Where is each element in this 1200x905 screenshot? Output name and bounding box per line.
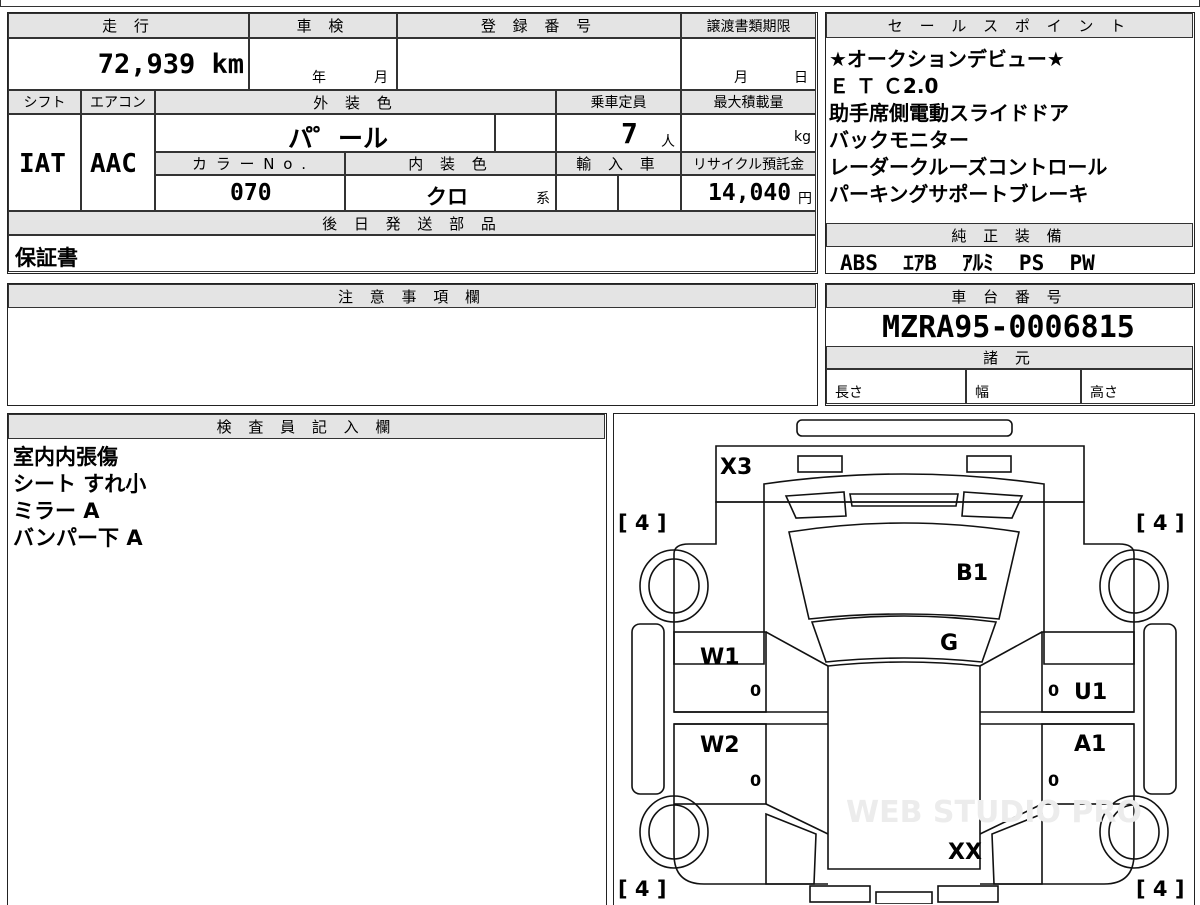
sales-point-item: ★オークションデビュー★ [829, 47, 1065, 71]
shift-header: シフト [8, 90, 81, 114]
spec-length-cell: 長さ [826, 369, 966, 404]
spec-height-cell: 高さ [1081, 369, 1193, 404]
tire-tread-rear-right: [ 4 ] [1136, 877, 1184, 901]
chassis-value: MZRA95-0006815 [882, 310, 1135, 345]
sales-points-block: セ ー ル ス ポ イ ン ト ★オークションデビュー★ Ｅ Ｔ Ｃ2.0 助手… [825, 12, 1195, 275]
mileage-cell: 72,939 km [8, 38, 249, 90]
max-load-cell: kg [681, 114, 816, 152]
aircon-cell: AAC [81, 114, 155, 211]
equipment-header: 純 正 装 備 [826, 223, 1193, 247]
inspector-block: 検 査 員 記 入 欄 室内内張傷 シート すれ小 ミラー A バンパー下 A [7, 413, 607, 905]
capacity-header: 乗車定員 [556, 90, 681, 114]
diagram-zero-u1: 0 [1048, 681, 1059, 700]
equipment-value: ABS ｴｱB ｱﾙﾐ PS PW [840, 251, 1095, 275]
recycle-value: 14,040 [708, 180, 792, 206]
spec-width-label: 幅 [975, 385, 989, 401]
chassis-header: 車 台 番 号 [826, 284, 1193, 308]
notes-header: 注 意 事 項 欄 [8, 284, 816, 308]
diagram-label-a1: A1 [1074, 732, 1106, 757]
interior-color-suffix: 系 [536, 191, 550, 207]
exterior-color-value: パ゜ール [288, 124, 389, 153]
sales-point-item: バックモニター [829, 128, 969, 152]
transfer-deadline-header: 譲渡書類期限 [681, 13, 816, 38]
interior-color-cell: クロ 系 [345, 175, 556, 211]
spec-height-label: 高さ [1090, 385, 1118, 401]
later-parts-cell: 保証書 [8, 235, 816, 272]
color-no-header: カ ラ ー N o . [155, 152, 345, 175]
capacity-cell: 7 人 [556, 114, 681, 152]
diagram-zero-w1: 0 [750, 681, 761, 700]
color-no-value: 070 [230, 180, 272, 206]
inspector-header: 検 査 員 記 入 欄 [8, 414, 605, 439]
exterior-color-cell: パ゜ール [155, 114, 495, 153]
diagram-label-b1: B1 [956, 561, 988, 586]
inspection-header: 車 検 [249, 13, 397, 38]
top-partial-row [0, 0, 1200, 7]
diagram-zero-w2: 0 [750, 771, 761, 790]
transfer-deadline-cell: 月 日 [681, 38, 816, 90]
notes-block: 注 意 事 項 欄 [7, 283, 818, 406]
transfer-day-label: 日 [794, 70, 808, 86]
chassis-block: 車 台 番 号 MZRA95-0006815 諸 元 長さ 幅 高さ [825, 283, 1195, 406]
interior-color-header: 内 装 色 [345, 152, 556, 175]
max-load-unit: kg [794, 129, 811, 145]
import-header: 輸 入 車 [556, 152, 681, 175]
inspection-year-label: 年 [312, 70, 326, 86]
diagram-label-xx: XX [948, 840, 982, 865]
mileage-value: 72,939 km [97, 49, 244, 80]
tire-tread-front-right: [ 4 ] [1136, 511, 1184, 535]
inspector-item: ミラー A [13, 499, 100, 523]
recycle-unit: 円 [798, 191, 812, 207]
diagram-zero-a1: 0 [1048, 771, 1059, 790]
capacity-value: 7 [621, 117, 638, 150]
max-load-header: 最大積載量 [681, 90, 816, 114]
exterior-color-header: 外 装 色 [155, 90, 556, 114]
sales-point-item: 助手席側電動スライドドア [829, 101, 1069, 125]
registration-cell [397, 38, 681, 90]
later-parts-value: 保証書 [15, 246, 78, 270]
sales-point-item: Ｅ Ｔ Ｃ2.0 [829, 74, 939, 98]
capacity-unit: 人 [661, 134, 675, 150]
tire-tread-rear-left: [ 4 ] [618, 877, 666, 901]
inspector-item: シート すれ小 [13, 472, 147, 496]
shift-cell: IAT [8, 114, 81, 211]
car-diagram: X3 B1 G W1 W2 U1 A1 XX 0 0 0 0 [ 4 ] [ 4… [618, 419, 1184, 904]
vehicle-info-block: 走 行 車 検 登 録 番 号 譲渡書類期限 72,939 km 年 月 月 日… [7, 12, 818, 274]
diagram-label-g: G [940, 631, 958, 656]
aircon-header: エアコン [81, 90, 155, 114]
registration-header: 登 録 番 号 [397, 13, 681, 38]
diagram-label-w2: W2 [700, 733, 740, 758]
import-cell-a [556, 175, 618, 211]
import-cell-b [618, 175, 681, 211]
aircon-value: AAC [90, 149, 137, 179]
mileage-header: 走 行 [8, 13, 249, 38]
exterior-color-extra-cell [495, 114, 556, 152]
sales-points-header: セ ー ル ス ポ イ ン ト [826, 13, 1193, 38]
shift-value: IAT [19, 149, 66, 179]
inspection-cell: 年 月 [249, 38, 397, 90]
watermark: WEB STUDIO PRO [846, 795, 1142, 830]
recycle-header: リサイクル預託金 [681, 152, 816, 175]
diagram-label-u1: U1 [1074, 680, 1107, 705]
recycle-cell: 14,040 円 [681, 175, 816, 211]
transfer-month-label: 月 [734, 70, 748, 86]
spec-width-cell: 幅 [966, 369, 1081, 404]
sales-point-item: レーダークルーズコントロール [829, 155, 1108, 179]
damage-diagram-block: X3 B1 G W1 W2 U1 A1 XX 0 0 0 0 [ 4 ] [ 4… [613, 413, 1195, 905]
spec-length-label: 長さ [835, 385, 863, 401]
sales-point-item: パーキングサポートブレーキ [829, 182, 1089, 206]
tire-tread-front-left: [ 4 ] [618, 511, 666, 535]
inspector-list: 室内内張傷 シート すれ小 ミラー A バンパー下 A [13, 444, 146, 552]
interior-color-value: クロ [426, 185, 468, 209]
inspector-item: 室内内張傷 [13, 445, 118, 469]
sales-points-list: ★オークションデビュー★ Ｅ Ｔ Ｃ2.0 助手席側電動スライドドア バックモニ… [829, 46, 1107, 208]
inspector-item: バンパー下 A [13, 526, 143, 550]
color-no-cell: 070 [155, 175, 345, 211]
inspection-month-label: 月 [374, 70, 388, 86]
specs-header: 諸 元 [826, 346, 1193, 369]
later-parts-header: 後 日 発 送 部 品 [8, 211, 816, 235]
diagram-label-w1: W1 [700, 645, 740, 670]
diagram-label-x3: X3 [720, 455, 752, 480]
